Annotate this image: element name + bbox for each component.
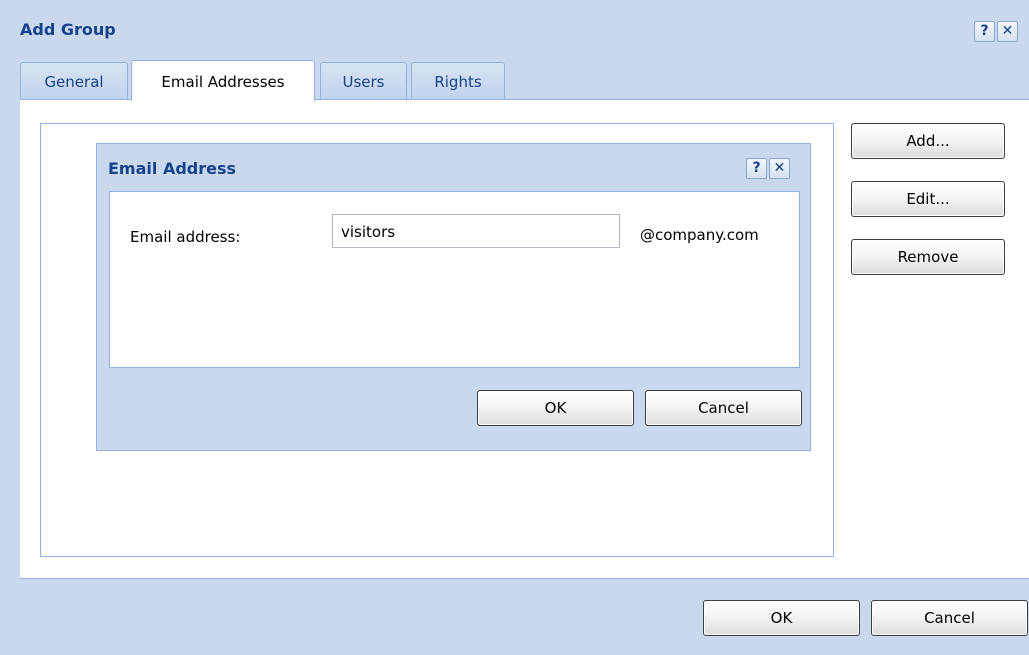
dialog-close-icon[interactable]: ✕ <box>769 158 790 179</box>
email-address-label: Email address: <box>130 228 241 246</box>
tab-users[interactable]: Users <box>320 62 407 100</box>
dialog-help-icon[interactable]: ? <box>746 158 767 179</box>
dialog-body: Email address: visitors @company.com <box>109 191 800 368</box>
window-titlebar: Add Group ? ✕ <box>0 0 1029 58</box>
tab-general[interactable]: General <box>20 62 128 100</box>
ok-button[interactable]: OK <box>703 600 860 636</box>
close-icon[interactable]: ✕ <box>997 21 1018 42</box>
email-address-dialog: Email Address ? ✕ Email address: visitor… <box>96 143 811 451</box>
email-address-input[interactable]: visitors <box>332 214 620 248</box>
window-title: Add Group <box>20 20 116 39</box>
dialog-ok-button[interactable]: OK <box>477 390 634 426</box>
cancel-button[interactable]: Cancel <box>871 600 1028 636</box>
add-button[interactable]: Add... <box>851 123 1005 159</box>
remove-button[interactable]: Remove <box>851 239 1005 275</box>
edit-button[interactable]: Edit... <box>851 181 1005 217</box>
dialog-cancel-button[interactable]: Cancel <box>645 390 802 426</box>
help-icon[interactable]: ? <box>974 21 995 42</box>
email-domain-suffix: @company.com <box>640 226 759 244</box>
tab-rights[interactable]: Rights <box>411 62 505 100</box>
dialog-title: Email Address <box>108 159 237 178</box>
tab-email-addresses[interactable]: Email Addresses <box>131 60 315 101</box>
